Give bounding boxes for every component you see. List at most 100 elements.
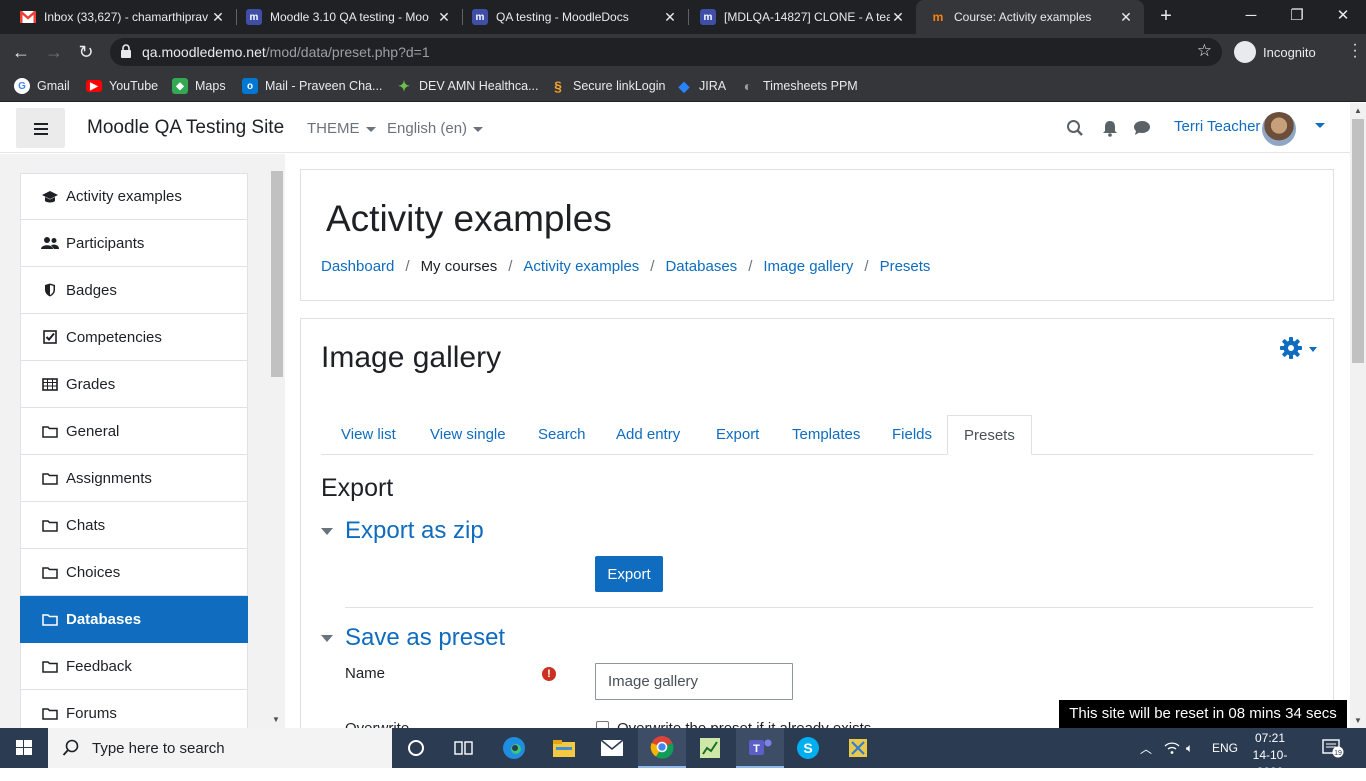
sidebar-item-forums[interactable]: Forums	[20, 690, 248, 728]
task-view-icon[interactable]	[440, 728, 488, 768]
system-clock[interactable]: 07:21 14-10-2020	[1240, 730, 1300, 781]
breadcrumb-image-gallery[interactable]: Image gallery	[763, 258, 853, 275]
browser-menu-icon[interactable]: · · ·	[1350, 37, 1360, 65]
bookmark-outlook[interactable]: o Mail - Praveen Cha...	[242, 76, 382, 96]
back-arrow-icon[interactable]: ←	[9, 40, 33, 64]
drawer-scrollbar-thumb[interactable]	[271, 171, 283, 377]
scroll-up-icon[interactable]: ▲	[1354, 106, 1362, 115]
user-name[interactable]: Terri Teacher	[1174, 118, 1260, 135]
gear-icon[interactable]	[1279, 336, 1303, 360]
sidebar-item-activity-examples[interactable]: Activity examples	[20, 173, 248, 220]
bookmark-timesheets[interactable]: ◐ Timesheets PPM	[740, 76, 858, 96]
sidebar-item-participants[interactable]: Participants	[20, 220, 248, 267]
bookmark-gmail[interactable]: G Gmail	[14, 76, 70, 96]
bookmark-star-icon[interactable]: ☆	[1197, 41, 1212, 61]
drawer-toggle-button[interactable]	[16, 108, 65, 148]
page-scrollbar-thumb[interactable]	[1352, 119, 1364, 363]
tab-view-single[interactable]: View single	[430, 415, 506, 455]
cortana-icon[interactable]	[392, 728, 440, 768]
drawer-scrollbar[interactable]: ▼	[270, 168, 284, 728]
gear-menu-caret-icon[interactable]	[1309, 347, 1317, 352]
tab-fields[interactable]: Fields	[892, 415, 932, 455]
bookmark-secure-link[interactable]: § Secure linkLogin	[550, 76, 665, 96]
scroll-down-icon[interactable]: ▼	[1354, 716, 1362, 725]
sidebar-item-general[interactable]: General	[20, 408, 248, 455]
new-tab-button[interactable]: +	[1154, 4, 1178, 28]
taskbar-search-box[interactable]: Type here to search	[48, 728, 392, 768]
browser-tab-gmail[interactable]: Inbox (33,627) - chamarthiprav ✕	[0, 0, 236, 34]
tab-export[interactable]: Export	[716, 415, 759, 455]
export-button[interactable]: Export	[595, 556, 663, 592]
tab-presets[interactable]: Presets	[947, 415, 1032, 455]
tab-search[interactable]: Search	[538, 415, 586, 455]
edge-icon[interactable]	[490, 728, 538, 768]
wifi-icon[interactable]	[1164, 728, 1180, 768]
address-bar[interactable]: qa.moodledemo.net/mod/data/preset.php?d=…	[110, 38, 1222, 66]
preset-name-input[interactable]	[595, 663, 793, 700]
close-window-button[interactable]: ✕	[1320, 0, 1366, 34]
restore-window-button[interactable]: ❐	[1274, 0, 1320, 34]
site-name[interactable]: Moodle QA Testing Site	[87, 117, 284, 139]
search-icon[interactable]	[1066, 119, 1084, 137]
breadcrumb-presets[interactable]: Presets	[880, 258, 931, 275]
browser-tab-course-active[interactable]: m Course: Activity examples ✕	[916, 0, 1144, 34]
page-header-card: Activity examples Dashboard / My courses /…	[300, 169, 1334, 301]
notification-center-icon[interactable]: 19	[1322, 738, 1344, 758]
browser-tab-mdlqa[interactable]: m [MDLQA-14827] CLONE - A tea ✕	[680, 0, 916, 34]
bookmark-youtube[interactable]: ▶ YouTube	[86, 76, 158, 96]
input-language[interactable]: ENG	[1212, 728, 1238, 768]
mail-icon[interactable]	[588, 728, 636, 768]
bell-icon[interactable]	[1101, 119, 1119, 137]
snipping-tool-icon[interactable]	[834, 728, 882, 768]
close-tab-icon[interactable]: ✕	[1118, 9, 1134, 26]
close-tab-icon[interactable]: ✕	[210, 9, 226, 26]
sidebar-item-databases[interactable]: Databases	[20, 596, 248, 643]
export-zip-section-toggle[interactable]: Export as zip	[321, 517, 484, 545]
sidebar-item-assignments[interactable]: Assignments	[20, 455, 248, 502]
close-tab-icon[interactable]: ✕	[890, 9, 906, 26]
start-button[interactable]	[0, 728, 48, 768]
bookmark-jira[interactable]: ◆ JIRA	[676, 76, 726, 96]
overwrite-checkbox-label[interactable]: Overwrite the preset if it already exist…	[617, 720, 871, 728]
save-preset-section-toggle[interactable]: Save as preset	[321, 624, 505, 652]
bookmark-maps[interactable]: ◆ Maps	[172, 76, 226, 96]
breadcrumb-separator: /	[864, 258, 869, 275]
spreadsheet-app-icon[interactable]	[686, 728, 734, 768]
overwrite-checkbox[interactable]	[596, 721, 609, 728]
sidebar-item-grades[interactable]: Grades	[20, 361, 248, 408]
teams-icon[interactable]: T	[736, 728, 784, 768]
sidebar-item-badges[interactable]: Badges	[20, 267, 248, 314]
language-menu[interactable]: English (en)	[387, 120, 484, 137]
reload-icon[interactable]: ↻	[74, 40, 98, 64]
volume-muted-icon[interactable]: 🔈︎	[1186, 728, 1193, 768]
close-tab-icon[interactable]: ✕	[662, 9, 678, 26]
chat-bubble-icon[interactable]	[1133, 119, 1151, 137]
sidebar-item-chats[interactable]: Chats	[20, 502, 248, 549]
skype-icon[interactable]: S	[784, 728, 832, 768]
close-tab-icon[interactable]: ✕	[436, 9, 452, 26]
tab-templates[interactable]: Templates	[792, 415, 860, 455]
tab-view-list[interactable]: View list	[341, 415, 396, 455]
scroll-down-icon[interactable]: ▼	[272, 715, 280, 724]
sidebar-item-competencies[interactable]: Competencies	[20, 314, 248, 361]
browser-tab-moodledocs[interactable]: m QA testing - MoodleDocs ✕	[452, 0, 688, 34]
chrome-icon[interactable]	[638, 728, 686, 768]
breadcrumb-dashboard[interactable]: Dashboard	[321, 258, 394, 275]
show-hidden-icons-button[interactable]: ︿	[1140, 728, 1152, 768]
user-menu-caret-icon[interactable]	[1315, 123, 1325, 128]
sidebar-item-choices[interactable]: Choices	[20, 549, 248, 596]
breadcrumb-databases[interactable]: Databases	[665, 258, 737, 275]
minimize-window-button[interactable]: ─	[1228, 0, 1274, 34]
incognito-indicator[interactable]: Incognito	[1234, 38, 1316, 66]
file-explorer-icon[interactable]	[540, 728, 588, 768]
page-scrollbar[interactable]: ▲ ▼	[1350, 103, 1366, 728]
avatar[interactable]	[1262, 112, 1296, 146]
forward-arrow-icon[interactable]: →	[42, 40, 66, 64]
browser-tab-moodle-qa[interactable]: m Moodle 3.10 QA testing - Moo ✕	[226, 0, 462, 34]
tab-add-entry[interactable]: Add entry	[616, 415, 680, 455]
theme-menu[interactable]: THEME	[307, 120, 376, 137]
breadcrumb-activity-examples[interactable]: Activity examples	[523, 258, 639, 275]
sidebar-item-feedback[interactable]: Feedback	[20, 643, 248, 690]
bookmark-dev-amn[interactable]: ✦ DEV AMN Healthca...	[396, 76, 538, 96]
salesforce-icon: ✦	[398, 77, 410, 94]
